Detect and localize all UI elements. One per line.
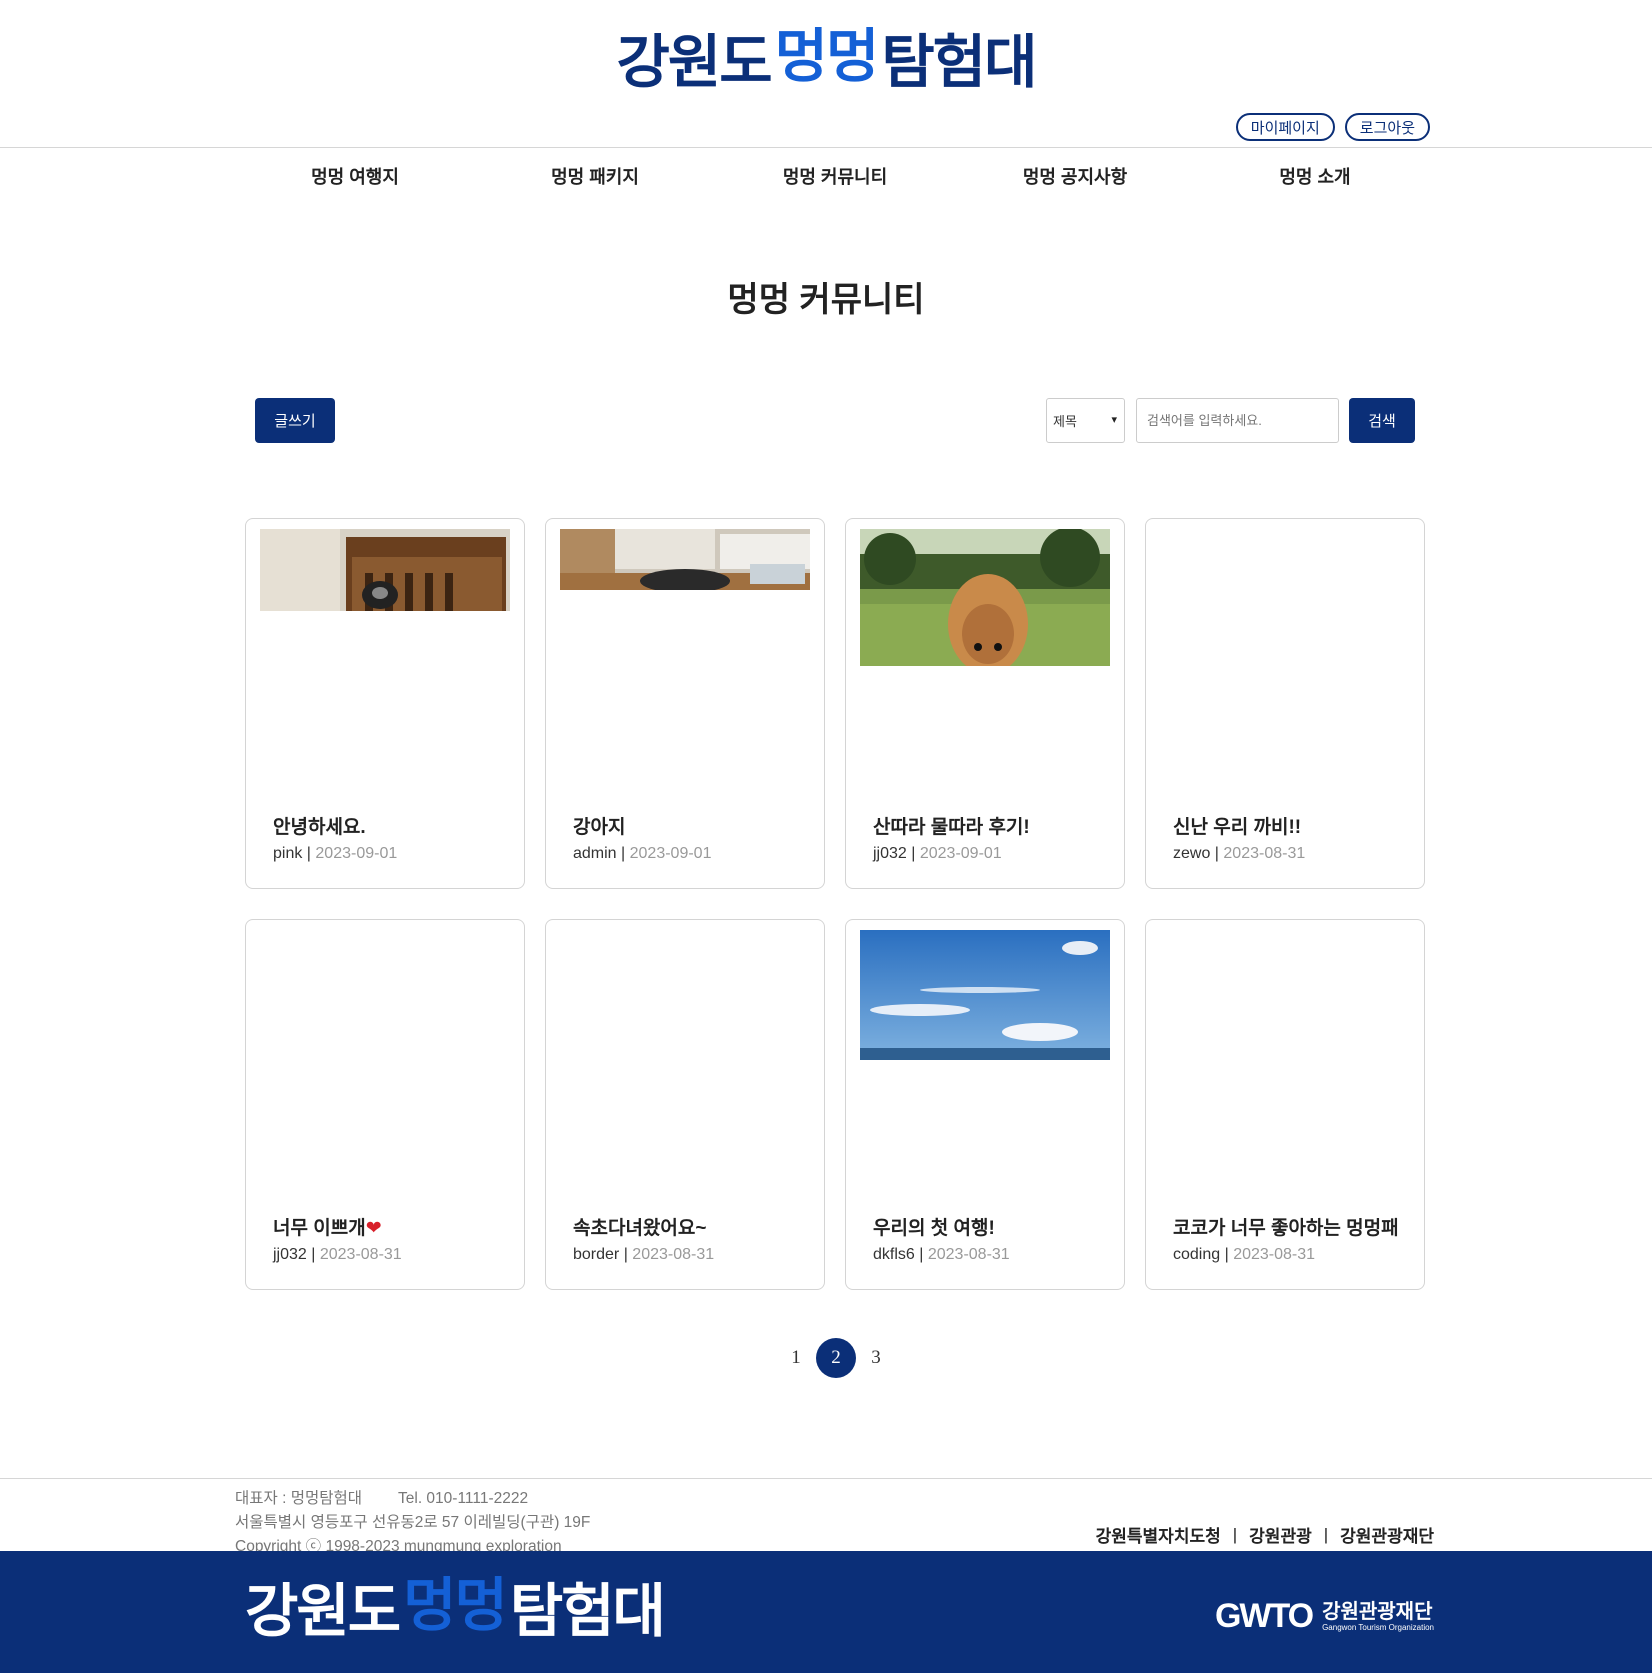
nav-item-about[interactable]: 멍멍 소개: [1279, 163, 1350, 189]
footer-links: 강원특별자치도청 | 강원관광 | 강원관광재단: [1096, 1522, 1434, 1547]
post-title: 신난 우리 까비!!: [1173, 817, 1302, 838]
post-grid: 안녕하세요. pink | 2023-09-01 강아지 admin | 202…: [245, 518, 1425, 1290]
pagination: 1 2 3: [776, 1338, 896, 1378]
post-card[interactable]: 너무 이쁘개❤ jj032 | 2023-08-31: [245, 919, 525, 1290]
site-logo[interactable]: 강원도멍멍탐험대: [0, 24, 1652, 96]
footer-link-foundation[interactable]: 강원관광재단: [1340, 1522, 1434, 1547]
post-meta: dkfls6 | 2023-08-31: [873, 1246, 1010, 1263]
post-meta: zewo | 2023-08-31: [1173, 845, 1306, 862]
post-title: 속초다녀왔어요~: [573, 1218, 707, 1239]
post-card[interactable]: 신난 우리 까비!! zewo | 2023-08-31: [1145, 518, 1425, 889]
search-field-value: 제목: [1053, 414, 1077, 429]
nav-item-notices[interactable]: 멍멍 공지사항: [1023, 163, 1127, 189]
site-header: 강원도멍멍탐험대 마이페이지 로그아웃: [0, 0, 1652, 148]
logo-part-tamheomdae: 탐험대: [509, 1577, 666, 1645]
mypage-button[interactable]: 마이페이지: [1235, 113, 1335, 141]
divider: |: [1232, 1524, 1238, 1544]
post-thumbnail-park-pomeranian: [860, 529, 1110, 666]
footer-link-tourism[interactable]: 강원관광: [1249, 1522, 1312, 1547]
footer-address: 서울특별시 영등포구 선유동2로 57 이레빌딩(구관) 19F: [235, 1514, 591, 1531]
post-date: 2023-08-31: [319, 1246, 402, 1263]
post-author: coding: [1173, 1246, 1221, 1263]
page-link-2-current[interactable]: 2: [816, 1338, 856, 1378]
search-input[interactable]: [1136, 398, 1339, 443]
post-title: 산따라 물따라 후기!: [873, 817, 1030, 838]
footer-tel: Tel. 010-1111-2222: [398, 1490, 529, 1507]
post-date: 2023-09-01: [315, 845, 398, 862]
footer-link-province[interactable]: 강원특별자치도청: [1096, 1522, 1221, 1547]
post-title: 너무 이쁘개❤: [273, 1218, 382, 1239]
nav-item-packages[interactable]: 멍멍 패키지: [551, 163, 639, 189]
footer-representative: 대표자 : 멍멍탐험대: [235, 1490, 362, 1507]
post-title: 강아지: [573, 817, 626, 838]
post-date: 2023-09-01: [919, 845, 1002, 862]
footer-company-info: 대표자 : 멍멍탐험대 Tel. 010-1111-2222 서울특별시 영등포구…: [235, 1487, 590, 1559]
logo-part-mungmung: 멍멍: [774, 22, 880, 90]
logo-part-tamheomdae: 탐험대: [881, 28, 1037, 96]
auth-links: 마이페이지 로그아웃: [1235, 113, 1430, 141]
footer-brand-bar: 강원도멍멍탐험대 GWTO 강원관광재단 Gangwon Tourism Org…: [0, 1551, 1652, 1673]
nav-item-destinations[interactable]: 멍멍 여행지: [311, 163, 399, 189]
post-title: 우리의 첫 여행!: [873, 1218, 995, 1239]
post-date: 2023-08-31: [1223, 845, 1306, 862]
post-meta: coding | 2023-08-31: [1173, 1246, 1316, 1263]
post-title: 안녕하세요.: [273, 817, 366, 838]
gwto-logo: GWTO 강원관광재단 Gangwon Tourism Organization: [1215, 1597, 1434, 1636]
post-card[interactable]: 안녕하세요. pink | 2023-09-01: [245, 518, 525, 889]
logo-part-mungmung: 멍멍: [403, 1571, 508, 1639]
page-title: 멍멍 커뮤니티: [727, 281, 925, 319]
logo-part-gangwondo: 강원도: [616, 28, 773, 96]
post-card[interactable]: 속초다녀왔어요~ border | 2023-08-31: [545, 919, 825, 1290]
page-link-1[interactable]: 1: [776, 1338, 816, 1378]
post-author: dkfls6: [873, 1246, 915, 1263]
post-author: jj032: [873, 845, 907, 862]
post-card[interactable]: 우리의 첫 여행! dkfls6 | 2023-08-31: [845, 919, 1125, 1290]
gwto-korean-name: 강원관광재단: [1322, 1600, 1433, 1623]
footer-logo: 강원도멍멍탐험대: [245, 1573, 666, 1645]
footer-info-section: 대표자 : 멍멍탐험대 Tel. 010-1111-2222 서울특별시 영등포구…: [0, 1478, 1652, 1555]
logout-button[interactable]: 로그아웃: [1344, 113, 1430, 141]
post-title: 코코가 너무 좋아하는 멍멍패: [1173, 1218, 1399, 1239]
post-card[interactable]: 코코가 너무 좋아하는 멍멍패 coding | 2023-08-31: [1145, 919, 1425, 1290]
post-meta: jj032 | 2023-08-31: [273, 1246, 402, 1263]
write-post-button[interactable]: 글쓰기: [255, 398, 335, 443]
page-link-3[interactable]: 3: [856, 1338, 896, 1378]
post-card[interactable]: 산따라 물따라 후기! jj032 | 2023-09-01: [845, 518, 1125, 889]
nav-item-community[interactable]: 멍멍 커뮤니티: [783, 163, 887, 189]
post-thumbnail-chair-cat: [260, 529, 510, 611]
post-author: jj032: [273, 1246, 307, 1263]
search-field-select[interactable]: 제목 ▾: [1046, 398, 1125, 443]
heart-icon: ❤: [365, 1218, 382, 1239]
post-card[interactable]: 강아지 admin | 2023-09-01: [545, 518, 825, 889]
post-author: pink: [273, 845, 303, 862]
post-author: zewo: [1173, 845, 1211, 862]
logo-part-gangwondo: 강원도: [245, 1577, 401, 1645]
gwto-text: 강원관광재단 Gangwon Tourism Organization: [1322, 1601, 1434, 1633]
chevron-down-icon: ▾: [1111, 414, 1117, 426]
post-date: 2023-08-31: [927, 1246, 1010, 1263]
post-date: 2023-09-01: [629, 845, 712, 862]
post-meta: jj032 | 2023-09-01: [873, 845, 1002, 862]
post-meta: border | 2023-08-31: [573, 1246, 715, 1263]
post-date: 2023-08-31: [1233, 1246, 1316, 1263]
post-meta: admin | 2023-09-01: [573, 845, 712, 862]
post-date: 2023-08-31: [632, 1246, 715, 1263]
post-author: border: [573, 1246, 620, 1263]
gwto-english-name: Gangwon Tourism Organization: [1322, 1622, 1434, 1632]
gwto-mark: GWTO: [1214, 1597, 1314, 1635]
post-thumbnail-kitchen-dog: [560, 529, 810, 590]
post-author: admin: [573, 845, 617, 862]
divider: |: [1323, 1524, 1329, 1544]
post-meta: pink | 2023-09-01: [273, 845, 398, 862]
search-button[interactable]: 검색: [1349, 398, 1415, 443]
post-thumbnail-blue-sky-sea: [860, 930, 1110, 1060]
